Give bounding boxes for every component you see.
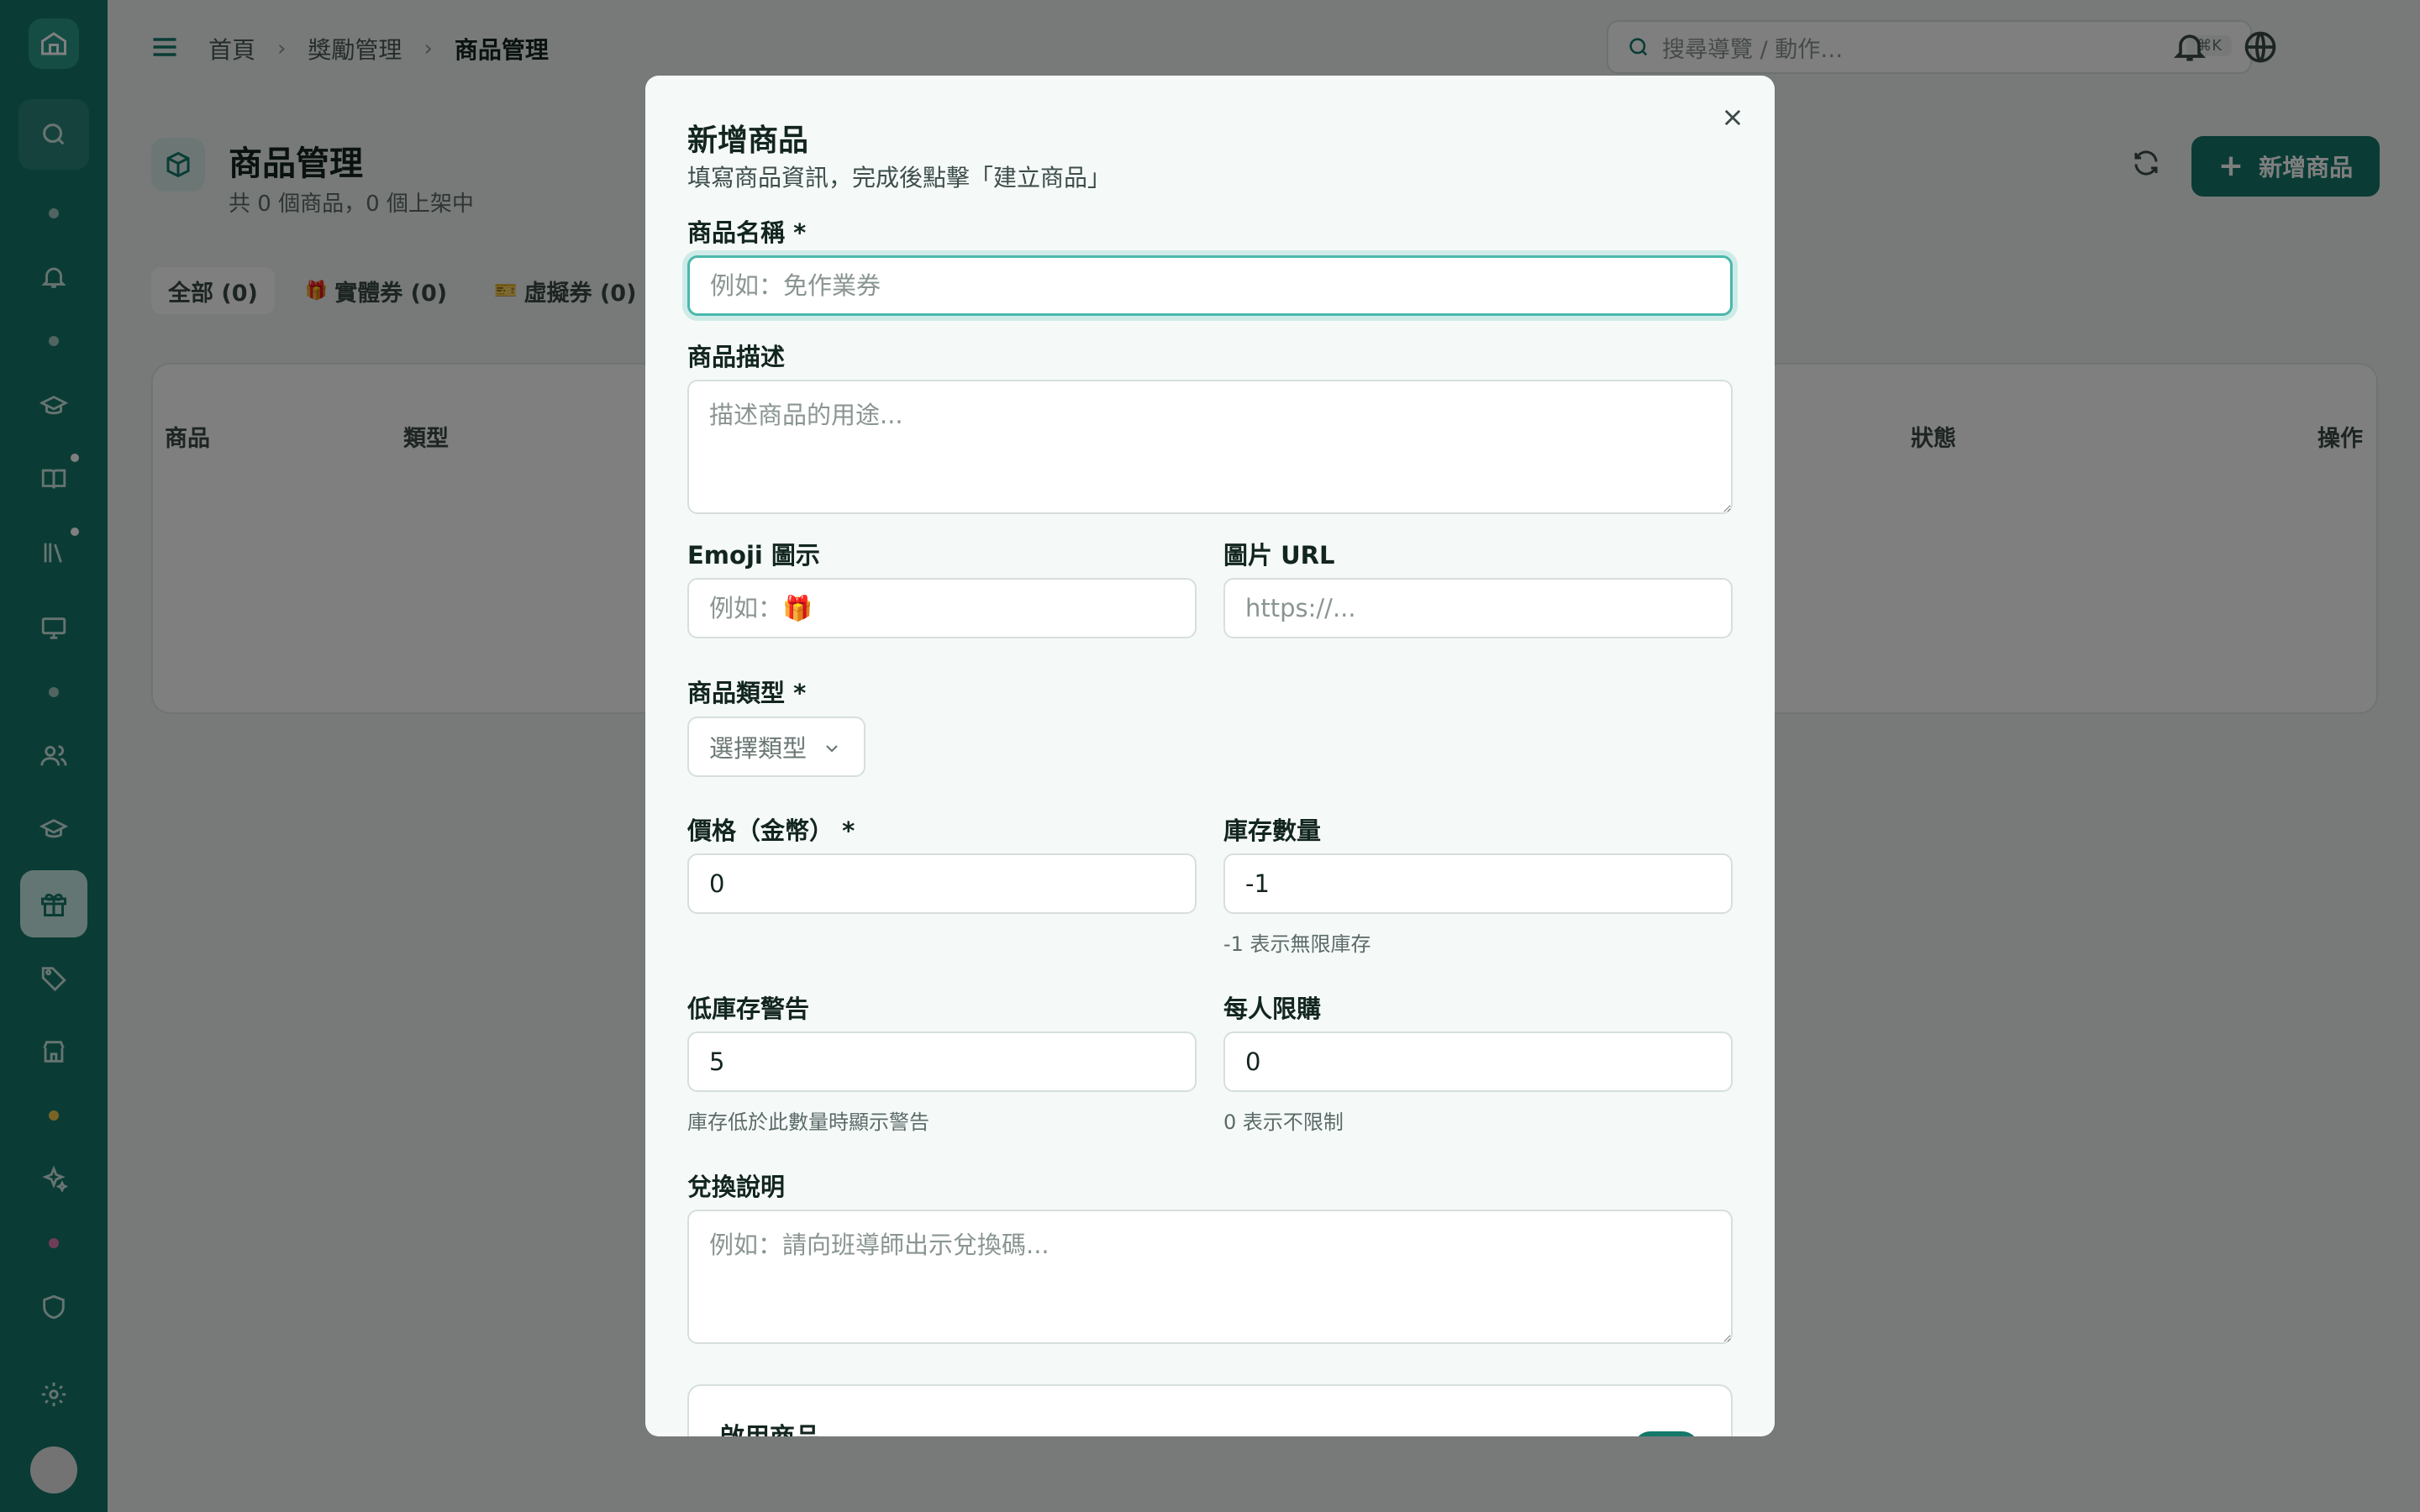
chevron-down-icon — [826, 745, 838, 753]
low-stock-hint: 庫存低於此數量時顯示警告 — [687, 1110, 929, 1134]
add-product-dialog: 新增商品 填寫商品資訊，完成後點擊「建立商品」 商品名稱 * 商品描述 Emoj… — [645, 76, 1775, 1436]
stock-input[interactable] — [1223, 853, 1733, 914]
limit-hint: 0 表示不限制 — [1223, 1110, 1344, 1134]
limit-input[interactable] — [1223, 1032, 1733, 1092]
dialog-title: 新增商品 — [687, 123, 809, 158]
dialog-description: 填寫商品資訊，完成後點擊「建立商品」 — [687, 164, 1112, 192]
low-stock-label: 低庫存警告 — [687, 995, 810, 1023]
redeem-textarea[interactable] — [687, 1210, 1733, 1344]
description-label: 商品描述 — [687, 343, 786, 371]
product-name-input[interactable] — [687, 255, 1733, 316]
name-label: 商品名稱 * — [687, 218, 807, 247]
enable-product-label: 啟用商品 — [719, 1416, 820, 1436]
close-button[interactable] — [1716, 101, 1749, 134]
redeem-label: 兌換說明 — [687, 1173, 786, 1201]
type-label: 商品類型 * — [687, 679, 807, 707]
type-select[interactable]: 選擇類型 — [687, 717, 865, 777]
price-input[interactable] — [687, 853, 1197, 914]
image-url-label: 圖片 URL — [1223, 541, 1335, 570]
type-select-value: 選擇類型 — [709, 734, 808, 763]
enable-product-toggle[interactable] — [1634, 1431, 1699, 1436]
limit-label: 每人限購 — [1223, 995, 1322, 1023]
close-icon — [1724, 109, 1741, 126]
price-label: 價格（金幣） * — [687, 816, 855, 845]
stock-label: 庫存數量 — [1223, 816, 1322, 845]
low-stock-input[interactable] — [687, 1032, 1197, 1092]
emoji-label: Emoji 圖示 — [687, 541, 820, 570]
emoji-input[interactable] — [687, 578, 1197, 638]
image-url-input[interactable] — [1223, 578, 1733, 638]
description-textarea[interactable] — [687, 380, 1733, 514]
stock-hint: -1 表示無限庫存 — [1223, 932, 1371, 956]
enable-product-card: 啟用商品 — [687, 1384, 1733, 1436]
